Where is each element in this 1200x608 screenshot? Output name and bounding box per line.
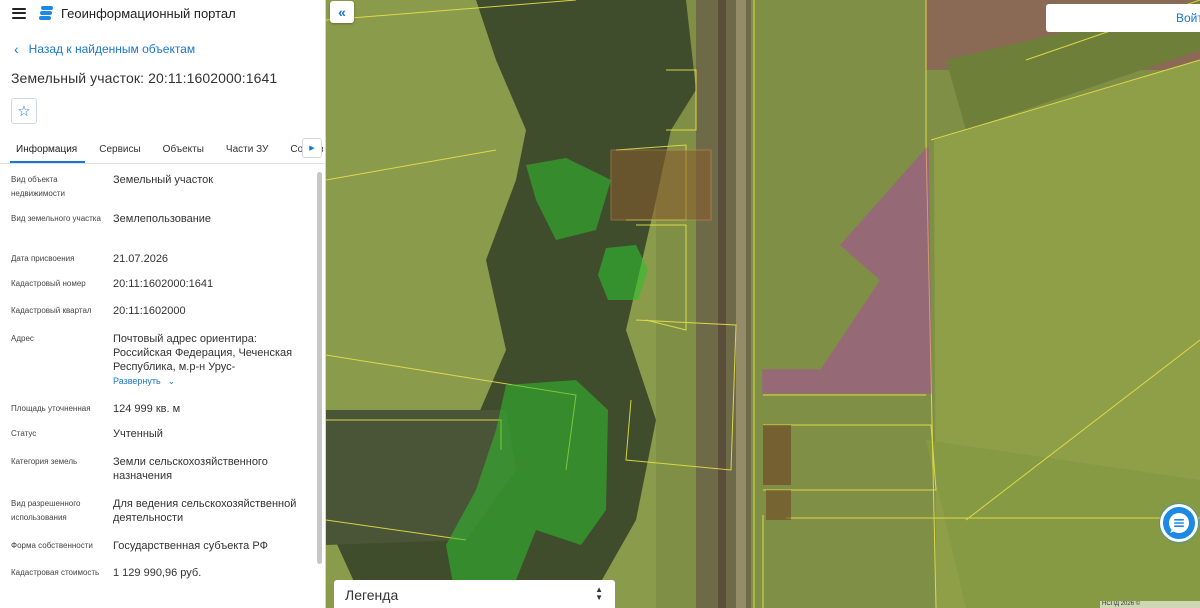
- property-label: Категория земель: [11, 457, 78, 466]
- property-value: 1 129 990,96 руб.: [113, 567, 202, 579]
- property-value: Учтенный: [113, 428, 163, 440]
- property-list: Вид объекта недвижимости Земельный участ…: [0, 166, 316, 608]
- favorite-button[interactable]: ☆: [11, 98, 37, 124]
- satellite-imagery[interactable]: [326, 0, 1200, 608]
- chat-bubble-icon: [1169, 513, 1189, 533]
- property-value: Землепользование: [113, 213, 212, 225]
- property-value: 20:11:1602000: [113, 305, 186, 317]
- tab-objects[interactable]: Объекты: [157, 144, 212, 163]
- property-label: Статус: [11, 429, 37, 438]
- legend-panel-toggle[interactable]: Легенда ▲ ▼: [334, 580, 615, 608]
- expand-address-link[interactable]: Развернуть ⌄: [113, 374, 175, 388]
- property-value: 20:11:1602000:1641: [113, 278, 214, 290]
- property-value: Почтовый адрес ориентира: Российская Фед…: [113, 332, 313, 388]
- object-info-panel: Геоинформационный портал ‹ Назад к найде…: [0, 0, 326, 608]
- property-label: Вид земельного участка: [11, 214, 101, 223]
- login-button[interactable]: Войти: [1046, 4, 1200, 32]
- up-down-arrows-icon: ▲ ▼: [595, 585, 603, 602]
- tab-services[interactable]: Сервисы: [93, 144, 148, 163]
- property-value: 124 999 кв. м: [113, 403, 181, 415]
- property-label: Дата присвоения: [11, 254, 75, 263]
- back-to-results-link[interactable]: ‹ Назад к найденным объектам: [14, 41, 325, 57]
- tabs-next-button[interactable]: ▶: [302, 138, 322, 158]
- collapse-panel-button[interactable]: «: [330, 1, 354, 23]
- panel-scrollbar[interactable]: [317, 172, 322, 564]
- legend-label: Легенда: [345, 587, 399, 603]
- property-value: Земельный участок: [113, 174, 214, 186]
- map-view[interactable]: НСПД 2026 ©: [326, 0, 1200, 608]
- menu-icon[interactable]: [12, 7, 26, 19]
- chevron-down-icon: ⌄: [167, 376, 176, 386]
- property-label: Кадастровый квартал: [11, 306, 92, 315]
- tab-parcel-parts[interactable]: Части ЗУ: [220, 144, 276, 163]
- property-label: Вид объекта недвижимости: [11, 175, 65, 198]
- app-title: Геоинформационный портал: [61, 5, 236, 21]
- property-label: Площадь уточненная: [11, 404, 91, 413]
- map-attribution: НСПД 2026 ©: [1100, 601, 1200, 608]
- property-value: 21.07.2026: [113, 253, 169, 265]
- address-text: Почтовый адрес ориентира: Российская Фед…: [113, 333, 293, 373]
- layers-logo-icon: [39, 5, 53, 21]
- double-chevron-left-icon: «: [338, 4, 346, 20]
- property-label: Вид разрешенного использования: [11, 499, 81, 522]
- expand-link-label: Развернуть: [113, 376, 161, 386]
- property-label: Адрес: [11, 334, 34, 343]
- tab-information[interactable]: Информация: [10, 144, 86, 163]
- property-label: Кадастровая стоимость: [11, 568, 100, 577]
- tab-bar: Информация Сервисы Объекты Части ЗУ Сост…: [0, 134, 325, 164]
- back-link-label: Назад к найденным объектам: [28, 42, 196, 56]
- property-value: Государственная субъекта РФ: [113, 540, 268, 552]
- property-value: Земли сельскохозяйственного назначения: [113, 456, 268, 482]
- caret-right-icon: ▶: [309, 145, 315, 152]
- app-header: Геоинформационный портал: [0, 0, 325, 26]
- property-label: Форма собственности: [11, 541, 93, 550]
- chevron-left-icon: ‹: [14, 41, 19, 57]
- star-icon: ☆: [17, 103, 31, 120]
- property-label: Кадастровый номер: [11, 279, 86, 288]
- chat-button[interactable]: [1160, 504, 1198, 542]
- property-value: Для ведения сельскохозяйственной деятель…: [113, 498, 297, 524]
- object-title: Земельный участок: 20:11:1602000:1641: [11, 70, 278, 86]
